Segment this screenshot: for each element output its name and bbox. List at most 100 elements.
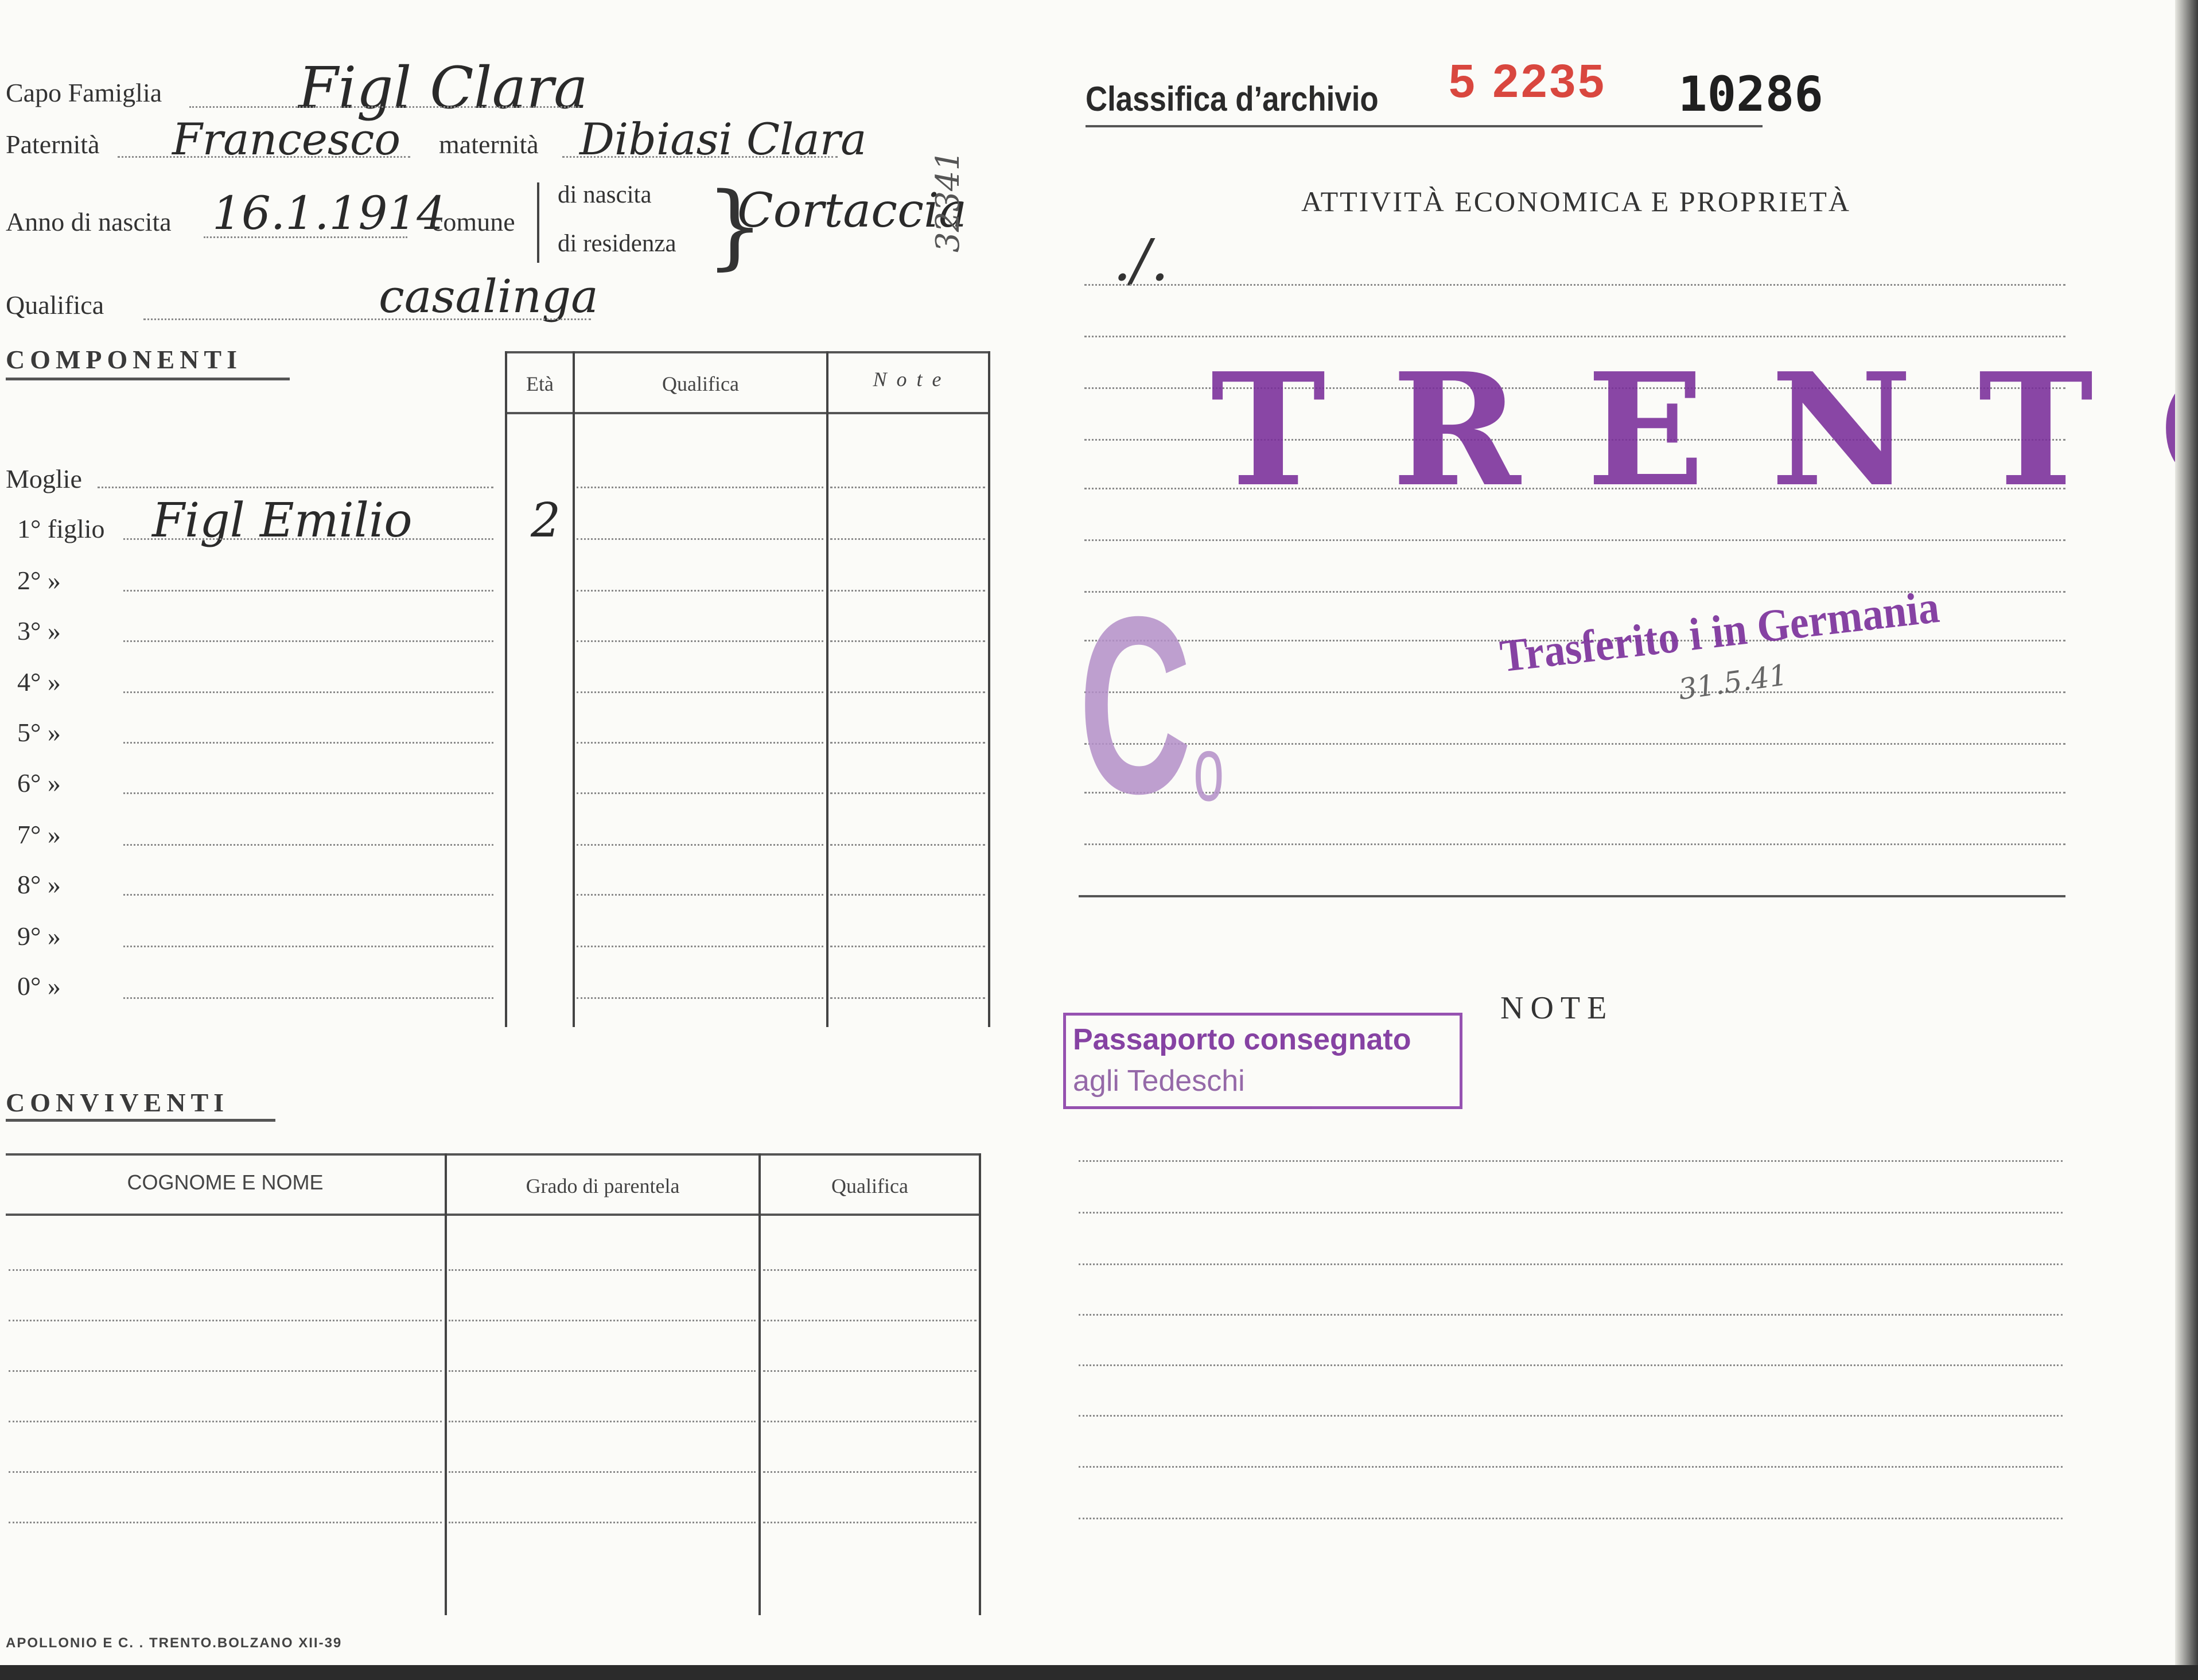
row-eta-figlio-1: 2 <box>531 493 561 548</box>
qualifica-value: casalinga <box>379 270 598 323</box>
maternita-label: maternità <box>439 130 539 159</box>
qualifica-line <box>143 318 591 320</box>
conv-line-1 <box>9 1320 442 1321</box>
conv-line-4 <box>9 1471 442 1473</box>
conv-line-3c <box>763 1421 977 1422</box>
row-line-figlio-1 <box>123 538 493 540</box>
di-nascita-label: di nascita <box>558 181 652 208</box>
archive-card: Capo Famiglia Figl Clara Paternità Franc… <box>0 0 2198 1680</box>
printer-footer: APOLLONIO E C. . TRENTO.BOLZANO XII-39 <box>6 1635 343 1651</box>
archivio-red-number: 5 2235 <box>1449 55 1606 107</box>
note-line-3 <box>1079 1263 2063 1265</box>
note-line-8 <box>1079 1518 2063 1519</box>
row-line-note-3 <box>830 640 985 642</box>
conv-line-0b <box>449 1269 756 1271</box>
col-grado-parentela-header: Grado di parentela <box>526 1175 680 1197</box>
note-line-7 <box>1079 1466 2063 1468</box>
row-line-qual-5 <box>577 742 823 744</box>
row-line-note-9 <box>830 946 985 947</box>
conviventi-table-top <box>6 1153 981 1156</box>
maternita-line <box>562 156 838 158</box>
capo-famiglia-label: Capo Famiglia <box>6 78 162 107</box>
capo-famiglia-value: Figl Clara <box>298 55 588 122</box>
conv-line-3b <box>449 1421 756 1422</box>
conv-line-5c <box>763 1522 977 1523</box>
conv-line-2 <box>9 1370 442 1372</box>
row-line-note-7 <box>830 844 985 846</box>
conv-line-1b <box>449 1320 756 1321</box>
conv-line-5b <box>449 1522 756 1523</box>
row-line-note-4 <box>830 691 985 693</box>
row-line-figlio-7 <box>123 844 493 846</box>
anno-nascita-line <box>204 236 407 238</box>
row-line-note-8 <box>830 894 985 896</box>
row-line-note-2 <box>830 590 985 592</box>
conv-line-4b <box>449 1471 756 1473</box>
row-line-moglie <box>98 487 493 488</box>
capo-famiglia-line <box>189 106 579 108</box>
attivita-bottom-rule <box>1079 895 2065 897</box>
note-line-6 <box>1079 1415 2063 1417</box>
row-label-figlio-5: 5° » <box>17 718 61 747</box>
row-label-figlio-10: 0° » <box>17 971 61 1001</box>
componenti-col-line-4 <box>988 351 990 1027</box>
attivita-title: ATTIVITÀ ECONOMICA E PROPRIETÀ <box>1301 185 1851 217</box>
row-line-qual-9 <box>577 946 823 947</box>
row-line-figlio-8 <box>123 894 493 896</box>
conv-line-0 <box>9 1269 442 1271</box>
stamp-passaporto-line2: agli Tedeschi <box>1073 1064 1245 1098</box>
paternita-label: Paternità <box>6 130 100 159</box>
note-line-2 <box>1079 1212 2063 1214</box>
note-line-1 <box>1079 1160 2063 1162</box>
row-label-figlio-8: 8° » <box>17 870 61 899</box>
row-line-figlio-3 <box>123 640 493 642</box>
note-line-4 <box>1079 1314 2063 1316</box>
conv-line-2b <box>449 1370 756 1372</box>
stamp-passaporto-line1: Passaporto consegnato <box>1073 1023 1411 1056</box>
margin-number: 32341 <box>929 150 967 252</box>
stamp-trasferito-date: 31.5.41 <box>1676 658 1789 706</box>
componenti-col-line-2 <box>573 351 575 1027</box>
stamp-trento: TRENTO <box>1211 339 2198 521</box>
scan-edge-bottom <box>0 1665 2198 1680</box>
row-line-note-1 <box>830 538 985 540</box>
col-eta-header: Età <box>526 372 554 395</box>
componenti-underline <box>6 378 290 380</box>
archivio-black-number: 10286 <box>1678 66 1823 122</box>
row-line-qual-4 <box>577 691 823 693</box>
conviventi-title: CONVIVENTI <box>6 1088 229 1117</box>
row-label-figlio-2: 2° » <box>17 566 61 595</box>
row-line-figlio-10 <box>123 997 493 999</box>
attivita-line-12 <box>1084 843 2065 845</box>
stamp-passaporto-box: Passaporto consegnato agli Tedeschi <box>1063 1013 1462 1109</box>
row-line-figlio-9 <box>123 946 493 947</box>
classifica-archivio-label: Classifica d’archivio <box>1086 80 1379 118</box>
note-title: NOTE <box>1500 990 1614 1026</box>
anno-nascita-value: 16.1.1914 <box>212 186 446 240</box>
row-line-qual-3 <box>577 640 823 642</box>
row-label-figlio-3: 3° » <box>17 616 61 645</box>
row-line-figlio-6 <box>123 792 493 794</box>
row-line-qual-1 <box>577 538 823 540</box>
attivita-line-1 <box>1084 284 2065 286</box>
conv-line-2c <box>763 1370 977 1372</box>
componenti-col-line-1 <box>505 351 507 1027</box>
col-note-header: N o t e <box>873 368 944 391</box>
row-line-note-0 <box>830 487 985 488</box>
row-line-qual-0 <box>577 487 823 488</box>
row-label-moglie: Moglie <box>6 464 82 493</box>
row-line-qual-6 <box>577 792 823 794</box>
stamp-co-big: C <box>1079 565 1192 846</box>
scan-edge-right <box>2175 0 2198 1680</box>
comune-label: comune <box>431 207 515 236</box>
componenti-table-header-bottom <box>507 412 990 414</box>
attivita-line-2 <box>1084 336 2065 337</box>
conv-line-3 <box>9 1421 442 1422</box>
row-line-qual-10 <box>577 997 823 999</box>
col-cognome-nome-header: COGNOME E NOME <box>127 1170 324 1194</box>
col-qualifica-header: Qualifica <box>662 372 739 395</box>
classifica-underline <box>1086 125 1763 127</box>
conv-line-1c <box>763 1320 977 1321</box>
componenti-title: COMPONENTI <box>6 345 242 374</box>
row-label-figlio-6: 6° » <box>17 768 61 798</box>
